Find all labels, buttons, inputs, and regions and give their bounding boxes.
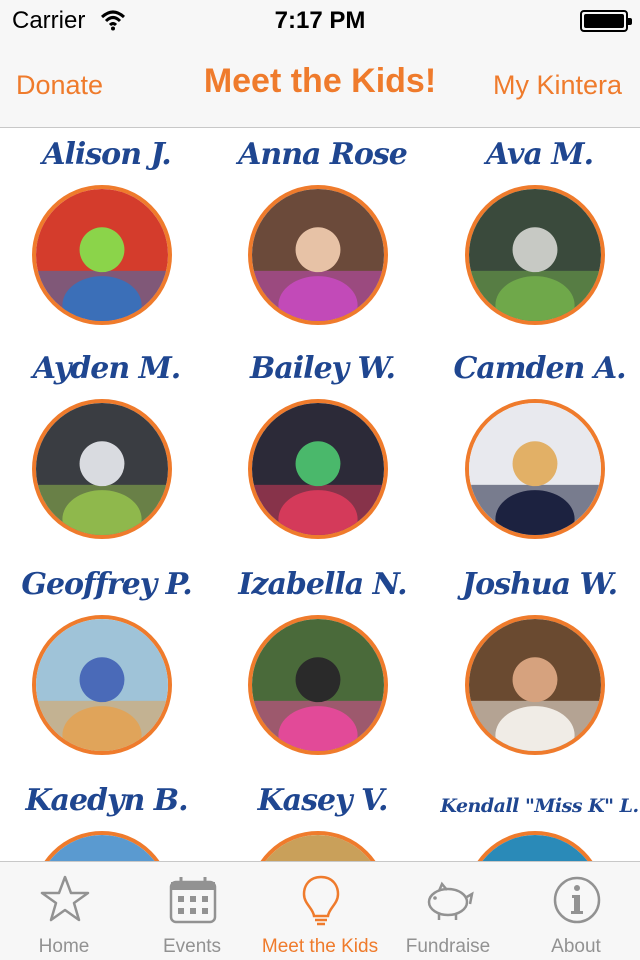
kid-card[interactable]: Kendall "Miss K" L. [433, 775, 640, 861]
kid-photo[interactable] [248, 831, 388, 861]
kid-name: Camden A. [453, 351, 626, 386]
kid-name: Anna Rose [238, 137, 408, 172]
kids-grid: Alison J. Anna Rose Ava M. Ayden M. Bailey W… [0, 129, 640, 861]
kid-card[interactable]: Bailey W. [216, 343, 429, 558]
kid-photo[interactable] [32, 831, 172, 861]
tab-label: Events [162, 936, 222, 957]
tab-meet-the-kids[interactable]: Meet the Kids [256, 862, 384, 960]
tab-fundraise[interactable]: Fundraise [384, 862, 512, 960]
info-icon [553, 876, 601, 924]
kid-card[interactable]: Ayden M. [0, 343, 213, 558]
kid-photo[interactable] [248, 615, 388, 755]
tab-label: Fundraise [405, 936, 491, 957]
calendar-icon [169, 877, 217, 924]
kid-card[interactable]: Alison J. [0, 129, 213, 344]
kid-card[interactable]: Camden A. [433, 343, 640, 558]
kid-card[interactable]: Kasey V. [216, 775, 429, 861]
kid-card[interactable]: Joshua W. [433, 559, 640, 774]
kid-card[interactable]: Ava M. [433, 129, 640, 344]
kid-photo[interactable] [465, 185, 605, 325]
navigation-bar: Donate Meet the Kids! My Kintera [0, 40, 640, 128]
tab-home[interactable]: Home [0, 862, 128, 960]
kid-name: Joshua W. [461, 567, 618, 602]
piggy-bank-icon [427, 881, 474, 920]
tab-label: Meet the Kids [261, 936, 379, 957]
battery-icon [580, 10, 632, 32]
kid-card[interactable]: Geoffrey P. [0, 559, 213, 774]
kid-card[interactable]: Izabella N. [216, 559, 429, 774]
kid-name: Ava M. [485, 137, 594, 172]
kid-photo[interactable] [465, 399, 605, 539]
donate-button[interactable]: Donate [16, 70, 103, 101]
kid-name: Kendall "Miss K" L. [440, 795, 639, 817]
kid-photo[interactable] [32, 185, 172, 325]
lightbulb-icon [302, 875, 340, 926]
kid-photo[interactable] [248, 399, 388, 539]
kid-photo[interactable] [32, 615, 172, 755]
tab-label: About [551, 936, 601, 957]
star-icon [40, 875, 90, 922]
kid-photo[interactable] [465, 831, 605, 861]
kid-name: Kasey V. [257, 783, 389, 818]
my-kintera-button[interactable]: My Kintera [493, 70, 622, 101]
tab-about[interactable]: About [512, 862, 640, 960]
kid-photo[interactable] [32, 399, 172, 539]
kid-photo[interactable] [248, 185, 388, 325]
kid-card[interactable]: Kaedyn B. [0, 775, 213, 861]
tab-events[interactable]: Events [128, 862, 256, 960]
status-bar: Carrier 7:17 PM [0, 0, 640, 40]
kid-name: Izabella N. [238, 567, 407, 602]
kid-name: Bailey W. [249, 351, 396, 386]
tab-bar: Home Events Meet the Kids Fundraise About [0, 861, 640, 960]
tab-label: Home [38, 936, 90, 957]
status-time: 7:17 PM [274, 7, 366, 34]
kid-card[interactable]: Anna Rose [216, 129, 429, 344]
kid-photo[interactable] [465, 615, 605, 755]
